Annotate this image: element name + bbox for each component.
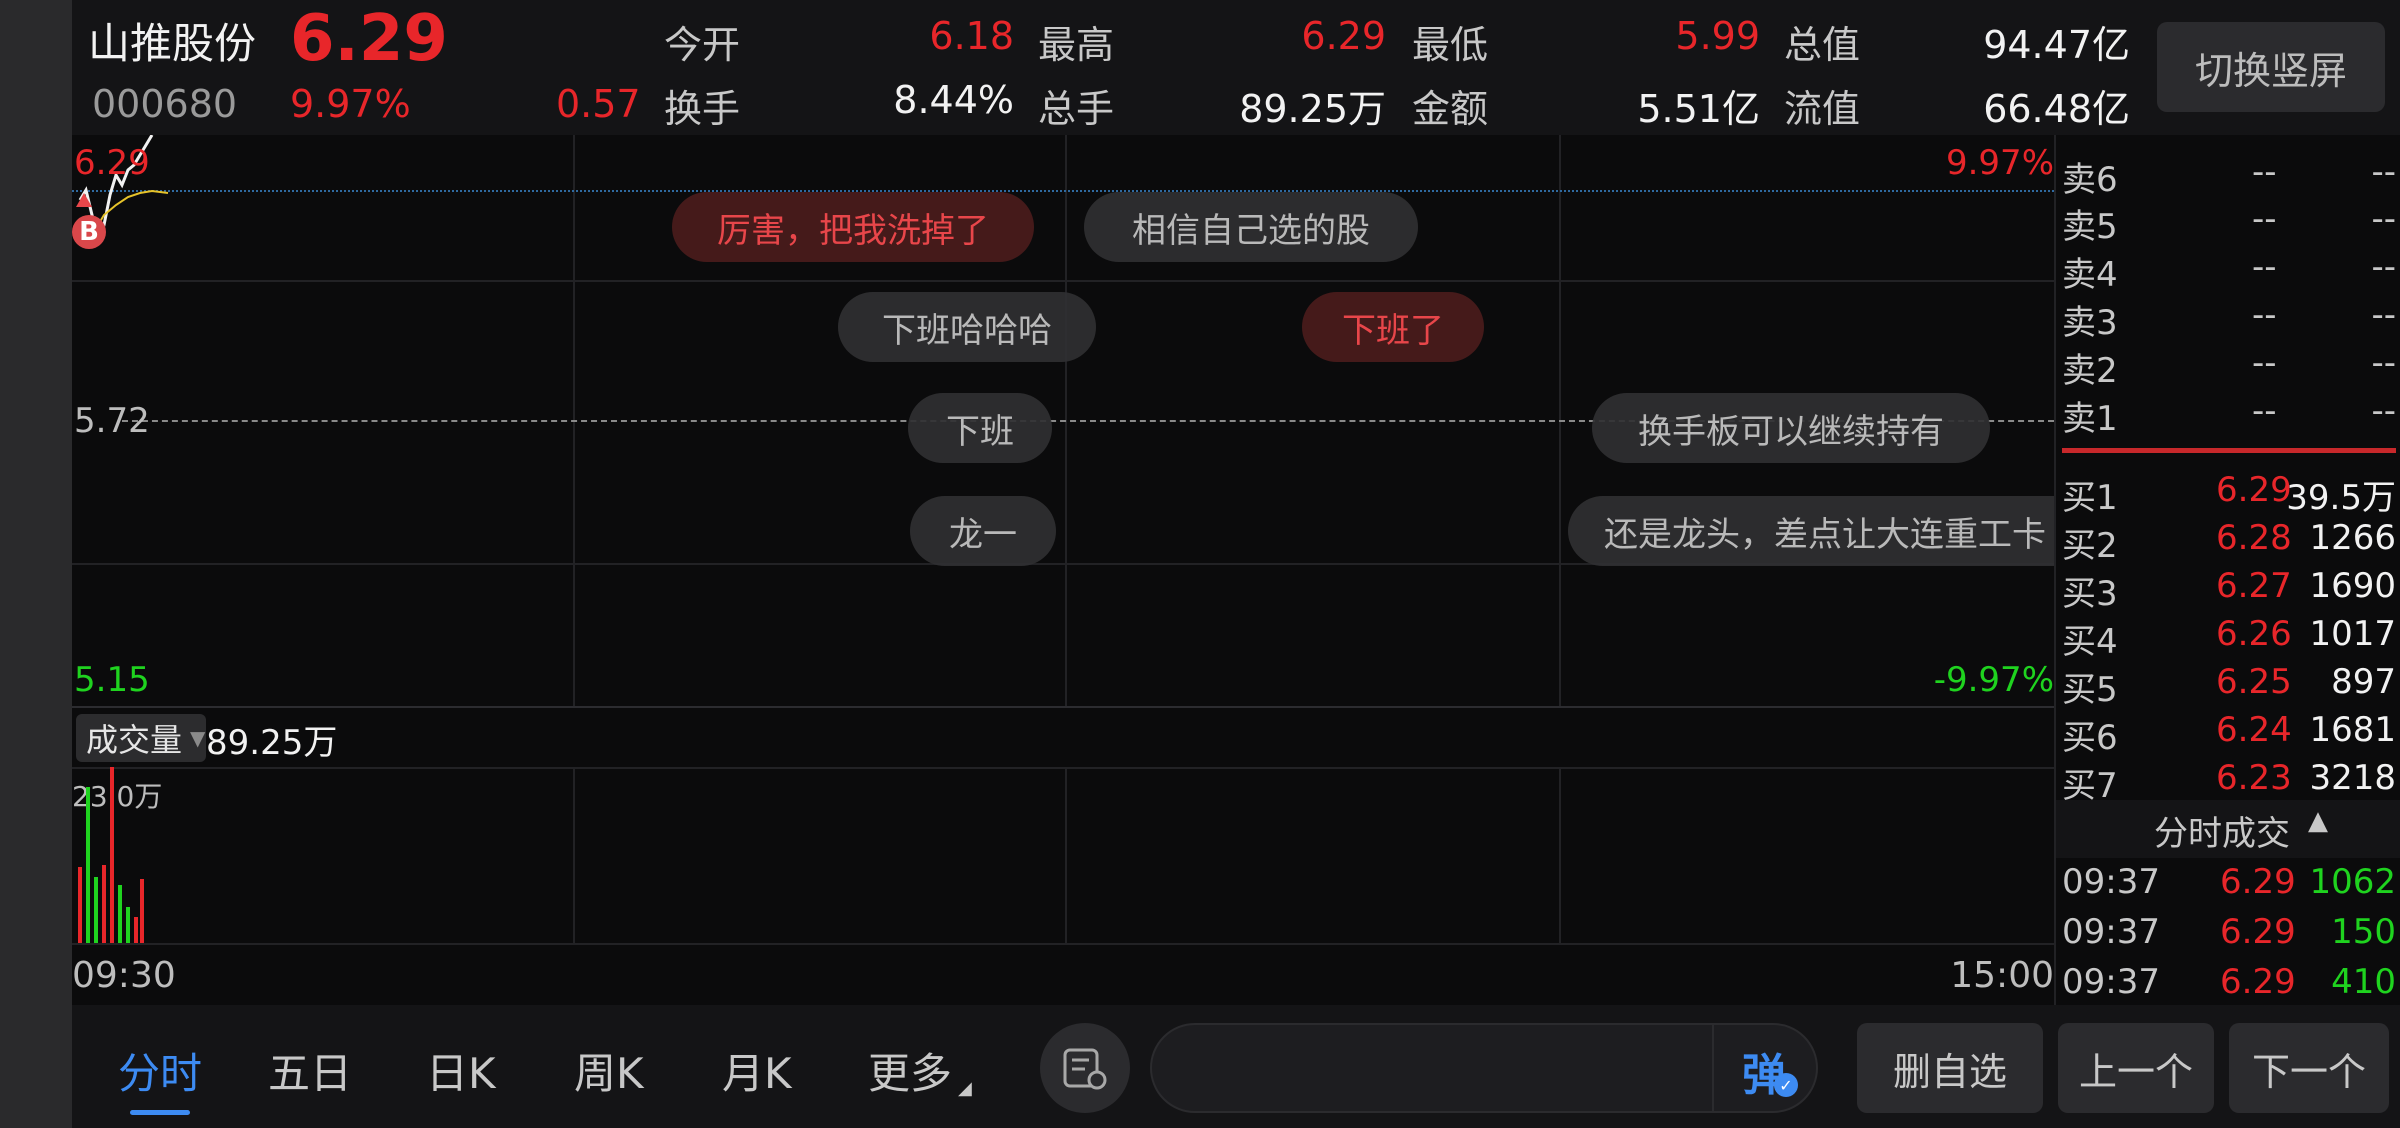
stock-code: 000680: [92, 82, 238, 126]
order-row-sell: 卖4 -- --: [2062, 247, 2396, 295]
order-row-buy: 买6 6.24 1681: [2062, 710, 2396, 758]
active-tab-indicator: [130, 1110, 190, 1115]
order-row-sell: 卖5 -- --: [2062, 199, 2396, 247]
order-row-buy: 买3 6.27 1690: [2062, 566, 2396, 614]
buy-marker-badge[interactable]: B: [72, 215, 106, 249]
chevron-up-icon: ▲: [2308, 806, 2328, 836]
ticks-title: 分时成交: [2154, 814, 2290, 854]
stat-label-open: 今开: [664, 23, 741, 67]
time-start: 09:30: [72, 955, 176, 996]
intraday-chart[interactable]: B 6.29 5.72 5.15 9.97% -9.97% 厉害，把我洗掉了 相…: [72, 135, 2054, 1005]
previous-stock-button[interactable]: 上一个: [2058, 1023, 2214, 1113]
panel-divider: [2054, 135, 2056, 1005]
volume-total: 89.25万: [206, 723, 338, 763]
order-row-sell: 卖1 -- --: [2062, 391, 2396, 439]
stat-label-total-cap: 总值: [1784, 23, 1861, 67]
tab-intraday[interactable]: 分时: [118, 1040, 202, 1101]
volume-bar: [140, 879, 144, 943]
stat-label-float-cap: 流值: [1784, 87, 1861, 131]
stat-value-float-cap: 66.48亿: [1983, 87, 2130, 131]
change-percent: 9.97%: [290, 82, 411, 126]
danmaku-bubble[interactable]: 厉害，把我洗掉了: [672, 192, 1034, 262]
remove-watchlist-button[interactable]: 删自选: [1857, 1023, 2043, 1113]
danmaku-bubble[interactable]: 下班了: [1302, 292, 1484, 362]
volume-bars-svg: [78, 767, 144, 943]
stock-name: 山推股份: [88, 19, 257, 68]
next-stock-button[interactable]: 下一个: [2229, 1023, 2389, 1113]
volume-indicator-dropdown[interactable]: 成交量 ▼: [76, 714, 206, 762]
change-amount: 0.57: [556, 82, 641, 126]
axis-top-price: 6.29: [74, 143, 150, 183]
tick-row: 09:37 6.29 150: [2062, 912, 2396, 952]
danmaku-bubble[interactable]: 相信自己选的股: [1084, 192, 1418, 262]
danmaku-bubble[interactable]: 下班哈哈哈: [838, 292, 1096, 362]
order-row-sell: 卖3 -- --: [2062, 295, 2396, 343]
stat-value-high: 6.29: [1301, 14, 1386, 58]
left-edge-strip: [0, 0, 72, 1128]
time-end: 15:00: [1950, 955, 2054, 996]
danmaku-bubble[interactable]: 换手板可以继续持有: [1592, 393, 1990, 463]
chevron-down-icon: ▼: [190, 726, 206, 750]
volume-bar: [94, 877, 98, 943]
grid-line: [72, 943, 2054, 945]
order-row-buy: 买1 6.29 39.5万: [2062, 470, 2396, 518]
volume-bar: [78, 867, 82, 943]
stat-label-high: 最高: [1038, 23, 1115, 67]
stat-value-open: 6.18: [929, 14, 1014, 58]
axis-bottom-price: 5.15: [74, 660, 150, 700]
grid-line: [72, 280, 2054, 282]
axis-mid-price: 5.72: [74, 401, 150, 441]
note-settings-button[interactable]: [1040, 1023, 1130, 1113]
stat-value-total-cap: 94.47亿: [1983, 23, 2130, 67]
grid-line: [72, 767, 2054, 769]
tab-daily-k[interactable]: 日K: [426, 1040, 496, 1101]
order-row-buy: 买4 6.26 1017: [2062, 614, 2396, 662]
check-icon: ✓: [1774, 1073, 1798, 1097]
danmaku-bubble[interactable]: 还是龙头，差点让大连重工卡: [1568, 496, 2054, 566]
stat-value-turnover: 8.44%: [893, 78, 1014, 122]
stat-value-total-volume: 89.25万: [1239, 87, 1386, 131]
tick-row: 09:37 6.29 410: [2062, 962, 2396, 1002]
tab-five-day[interactable]: 五日: [268, 1040, 352, 1101]
volume-bar: [102, 865, 106, 943]
grid-line: [573, 767, 575, 943]
bid-ask-divider: [2062, 448, 2396, 453]
volume-bar: [126, 907, 130, 943]
stat-label-turnover: 换手: [664, 87, 741, 131]
stat-label-amount: 金额: [1412, 87, 1489, 131]
axis-top-percent: 9.97%: [1945, 143, 2054, 183]
input-divider: [1712, 1025, 1714, 1111]
tab-more[interactable]: 更多: [868, 1040, 952, 1101]
tab-monthly-k[interactable]: 月K: [722, 1040, 792, 1101]
volume-bar: [110, 767, 114, 943]
stat-label-low: 最低: [1412, 23, 1489, 67]
current-price: 6.29: [290, 2, 448, 76]
stat-value-low: 5.99: [1675, 14, 1760, 58]
switch-portrait-button[interactable]: 切换竖屏: [2157, 22, 2385, 112]
order-row-buy: 买2 6.28 1266: [2062, 518, 2396, 566]
axis-bottom-percent: -9.97%: [1933, 660, 2054, 700]
grid-line: [72, 706, 2054, 708]
tab-weekly-k[interactable]: 周K: [574, 1040, 644, 1101]
grid-line: [1559, 767, 1561, 943]
tick-row: 09:37 6.29 1062: [2062, 862, 2396, 902]
order-row-sell: 卖2 -- --: [2062, 343, 2396, 391]
danmaku-input[interactable]: [1182, 1043, 1656, 1095]
danmaku-bubble[interactable]: 下班: [908, 393, 1052, 463]
volume-bar: [86, 787, 90, 943]
volume-bar: [134, 917, 138, 943]
volume-indicator-label: 成交量: [86, 721, 183, 759]
order-row-sell: 卖6 -- --: [2062, 152, 2396, 200]
limit-up-line: [72, 190, 2054, 192]
stat-label-total-volume: 总手: [1038, 87, 1115, 131]
stat-value-amount: 5.51亿: [1637, 87, 1760, 131]
danmaku-input-box[interactable]: 弹 ✓: [1150, 1023, 1818, 1113]
danmaku-bubble[interactable]: 龙一: [910, 496, 1056, 566]
order-row-buy: 买7 6.23 3218: [2062, 758, 2396, 806]
grid-line: [1065, 767, 1067, 943]
note-settings-icon: [1063, 1048, 1107, 1090]
order-row-buy: 买5 6.25 897: [2062, 662, 2396, 710]
volume-bar: [118, 885, 122, 943]
more-caret-icon: ◢: [958, 1078, 972, 1099]
